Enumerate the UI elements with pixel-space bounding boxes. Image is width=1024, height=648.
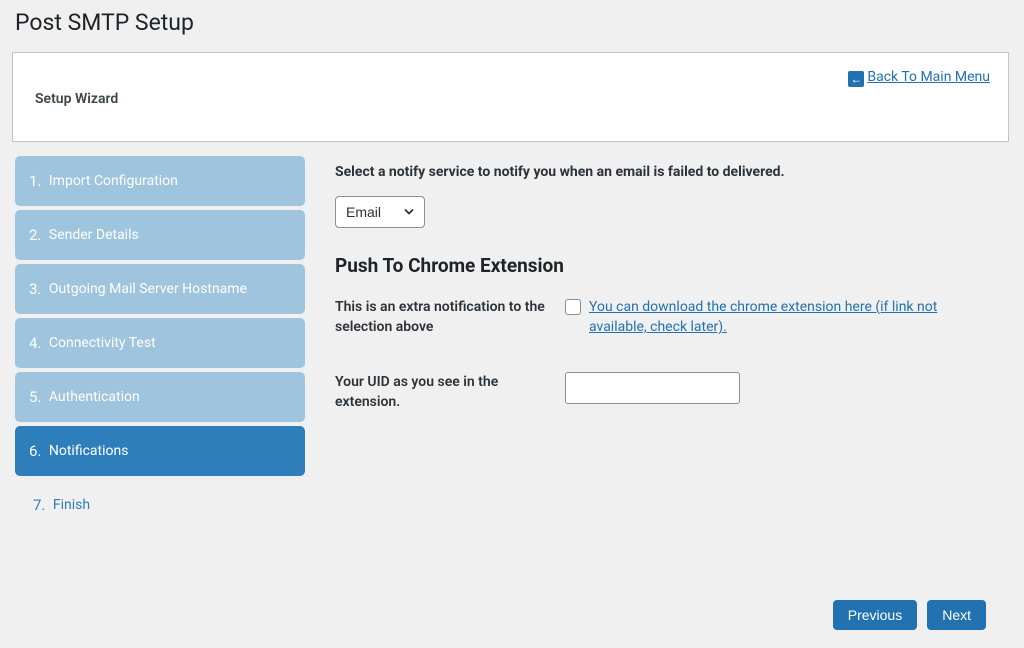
wizard-step-notifications[interactable]: 6. Notifications [15, 426, 305, 476]
wizard-content: Select a notify service to notify you wh… [335, 156, 1009, 534]
wizard-steps-sidebar: 1. Import Configuration 2. Sender Detail… [15, 156, 305, 534]
page-title: Post SMTP Setup [0, 0, 1024, 40]
extra-notification-label: This is an extra notification to the sel… [335, 297, 565, 338]
wizard-step-outgoing-mail-server-hostname[interactable]: 3. Outgoing Mail Server Hostname [15, 264, 305, 314]
uid-label: Your UID as you see in the extension. [335, 372, 565, 413]
wizard-step-authentication[interactable]: 5. Authentication [15, 372, 305, 422]
wizard-step-sender-details[interactable]: 2. Sender Details [15, 210, 305, 260]
card-subtitle: Setup Wizard [35, 91, 986, 107]
chrome-extension-section-heading: Push To Chrome Extension [335, 254, 991, 277]
next-button[interactable]: Next [927, 600, 986, 630]
wizard-step-import-configuration[interactable]: 1. Import Configuration [15, 156, 305, 206]
arrow-left-icon: ← [848, 71, 864, 87]
notify-service-select[interactable]: Email [335, 196, 425, 228]
wizard-step-finish: 7. Finish [15, 480, 305, 530]
download-extension-checkbox[interactable] [565, 299, 581, 315]
previous-button[interactable]: Previous [833, 600, 917, 630]
back-to-main-menu-link[interactable]: Back To Main Menu [867, 69, 990, 85]
wizard-header-card: ←Back To Main Menu Setup Wizard [12, 52, 1009, 142]
notify-service-heading: Select a notify service to notify you wh… [335, 164, 991, 180]
wizard-step-connectivity-test[interactable]: 4. Connectivity Test [15, 318, 305, 368]
uid-input[interactable] [565, 372, 740, 404]
download-extension-link[interactable]: You can download the chrome extension he… [589, 297, 991, 338]
